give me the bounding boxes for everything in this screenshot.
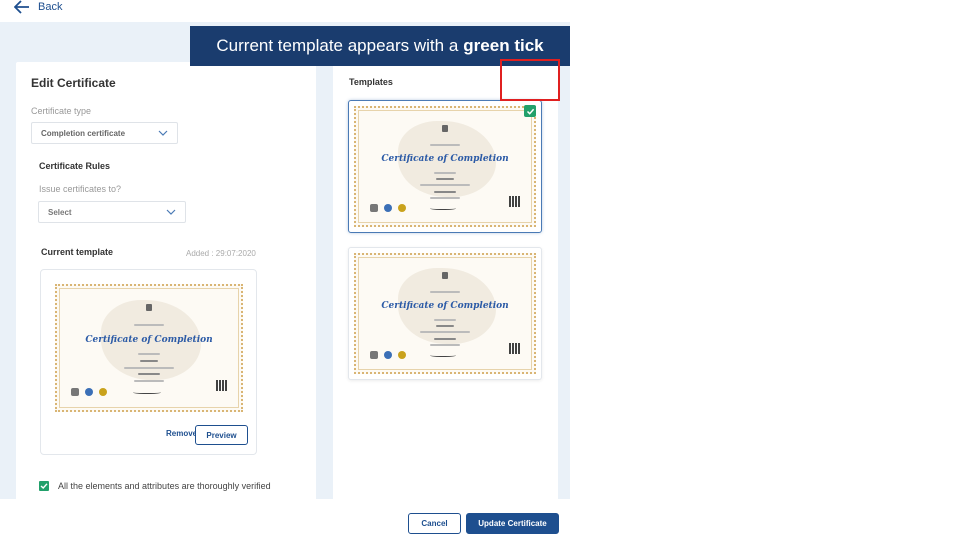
template-card-selected[interactable]: Certificate of Completion xyxy=(348,100,542,233)
emblem-logo-icon xyxy=(369,204,378,213)
issue-certificates-select[interactable]: Select xyxy=(38,201,186,223)
certificate-rules-heading: Certificate Rules xyxy=(39,161,111,171)
page-canvas: Edit Certificate Certificate type Comple… xyxy=(0,22,570,511)
department-logo-icon xyxy=(383,351,392,360)
qr-code-icon xyxy=(509,343,521,355)
page-title: Edit Certificate xyxy=(31,76,116,90)
selected-tick-icon xyxy=(524,105,536,117)
certificate-type-select[interactable]: Completion certificate xyxy=(31,122,178,144)
qr-code-icon xyxy=(509,196,521,208)
emblem-icon xyxy=(442,124,448,132)
certificate-heading: Certificate of Completion xyxy=(85,334,213,345)
current-template-heading: Current template xyxy=(41,247,114,257)
seal-logo-icon xyxy=(397,204,406,213)
top-bar: Back xyxy=(0,0,570,22)
signature xyxy=(429,206,457,210)
emblem-logo-icon xyxy=(71,388,80,397)
update-certificate-button[interactable]: Update Certificate xyxy=(466,513,559,534)
checkmark-icon xyxy=(40,483,48,489)
verify-label: All the elements and attributes are thor… xyxy=(58,481,271,491)
template-card[interactable]: Certificate of Completion xyxy=(348,247,542,380)
signature xyxy=(429,353,457,357)
banner-text: Current template appears with a xyxy=(216,36,459,55)
certificate-heading: Certificate of Completion xyxy=(381,153,509,164)
back-link[interactable]: Back xyxy=(14,0,62,14)
preview-button[interactable]: Preview xyxy=(195,425,248,445)
chevron-down-icon xyxy=(158,130,168,136)
chevron-down-icon xyxy=(166,209,176,215)
certificate-type-value: Completion certificate xyxy=(41,128,126,138)
remove-button[interactable]: Remove xyxy=(166,429,197,438)
back-label: Back xyxy=(38,1,63,13)
tick-highlight-box xyxy=(500,59,560,101)
department-logo-icon xyxy=(85,388,94,397)
verify-checkbox[interactable] xyxy=(39,481,49,491)
cancel-button[interactable]: Cancel xyxy=(408,513,461,534)
qr-code-icon xyxy=(215,379,227,391)
arrow-left-icon xyxy=(14,0,29,14)
seal-logo-icon xyxy=(99,388,108,397)
verification-row: All the elements and attributes are thor… xyxy=(39,481,271,491)
certificate-type-label: Certificate type xyxy=(31,106,92,116)
banner-emphasis: green tick xyxy=(463,36,544,55)
current-template-card: Certificate of Completion Remove Preview xyxy=(40,269,257,455)
emblem-icon xyxy=(442,271,448,279)
current-certificate-thumbnail: Certificate of Completion xyxy=(52,281,246,415)
emblem-logo-icon xyxy=(369,351,378,360)
template-thumbnail: Certificate of Completion xyxy=(351,103,539,230)
issue-certificates-placeholder: Select xyxy=(48,207,72,217)
edit-certificate-panel: Edit Certificate Certificate type Comple… xyxy=(16,62,316,511)
department-logo-icon xyxy=(383,204,392,213)
signature xyxy=(133,390,161,394)
emblem-icon xyxy=(146,303,152,311)
seal-logo-icon xyxy=(397,351,406,360)
added-date: Added : 29:07:2020 xyxy=(186,249,256,258)
template-thumbnail: Certificate of Completion xyxy=(351,250,539,377)
templates-panel: Templates Certificate of Completion Cert… xyxy=(333,62,558,511)
certificate-heading: Certificate of Completion xyxy=(381,300,509,311)
issue-certificates-label: Issue certificates to? xyxy=(39,184,122,194)
templates-heading: Templates xyxy=(349,77,393,87)
